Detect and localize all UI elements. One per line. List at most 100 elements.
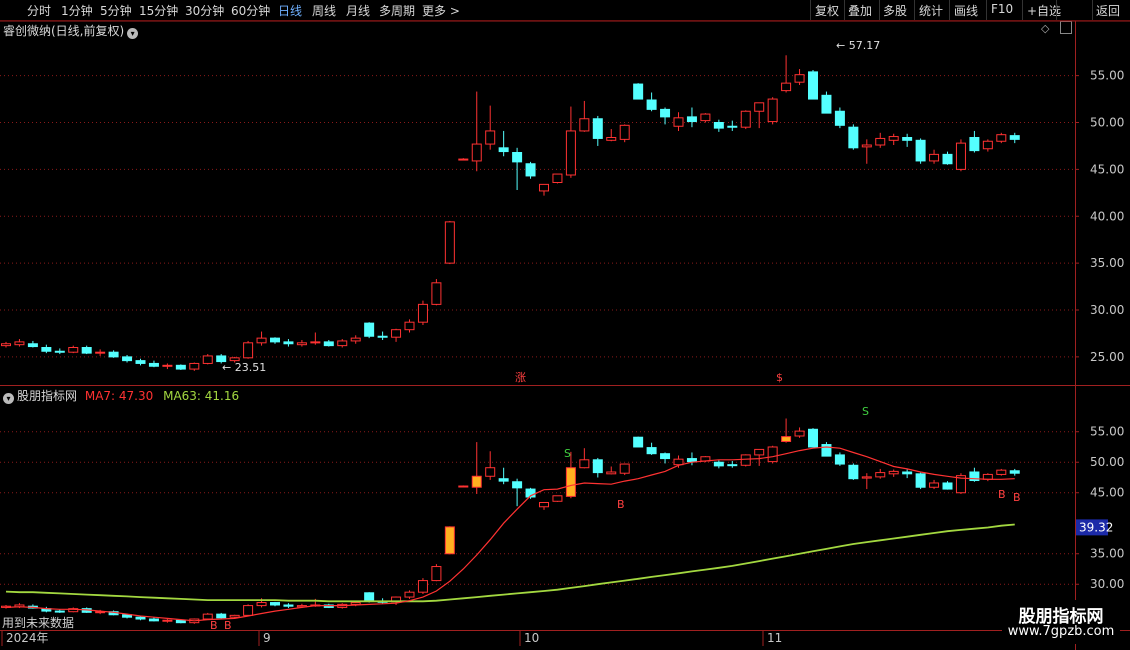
sub-candle-body	[471, 475, 482, 488]
main-candle-body	[982, 140, 993, 150]
main-candle-body	[202, 355, 213, 364]
sub-candle-body	[256, 602, 267, 607]
watermark-url: www.7gpzb.com	[1007, 624, 1115, 639]
sub-candle-body	[270, 602, 280, 606]
sell-signal: S	[862, 405, 869, 418]
sub-candle-body	[713, 461, 724, 467]
main-candle-body	[902, 137, 913, 141]
dollar-marker: $	[776, 371, 783, 384]
sub-candle-body	[54, 610, 65, 613]
sub-candle-body	[942, 482, 953, 490]
sub-y-tick-label: 50.00	[1090, 455, 1124, 469]
main-candle-body	[296, 342, 307, 346]
sub-y-tick-label: 30.00	[1090, 577, 1124, 591]
main-candle-body	[162, 364, 173, 367]
sub-candle-body	[417, 580, 428, 593]
x-tick-label: 10	[524, 631, 539, 645]
buy-signal: B	[210, 619, 218, 632]
main-candle-body	[646, 99, 657, 110]
sub-candle-body	[216, 613, 227, 619]
sub-candle-body	[888, 470, 899, 475]
main-candle-body	[539, 183, 549, 192]
main-candle-body	[485, 130, 496, 145]
sub-candle-body	[350, 602, 361, 605]
main-candle-body	[955, 142, 966, 170]
main-y-tick-label: 50.00	[1090, 116, 1124, 130]
main-y-tick-label: 40.00	[1090, 209, 1124, 223]
sub-candle-body	[162, 619, 173, 622]
kline-chart[interactable]: 55.00 50.00 45.00 40.00 35.00 30.00 25.00 55.00…	[0, 0, 1130, 650]
main-candle-body	[686, 116, 697, 123]
main-candle-body	[915, 139, 926, 162]
sub-candle-body	[1009, 470, 1020, 474]
sub-candle-body	[686, 458, 697, 463]
main-candle-body	[834, 110, 845, 126]
ma63-line	[5, 523, 1015, 603]
main-candle-body	[929, 153, 940, 162]
main-candle-body	[54, 350, 65, 353]
main-candle-body	[175, 364, 186, 370]
main-candle-body	[713, 122, 724, 129]
main-candle-body	[1, 343, 11, 347]
main-candle-body	[243, 342, 254, 359]
main-candle-body	[283, 341, 294, 345]
buy-signal: B	[998, 488, 1006, 501]
main-candle-body	[592, 118, 603, 139]
x-tick-label: 2024年	[6, 631, 49, 645]
main-candle-body	[323, 341, 334, 347]
low-price-label: ← 23.51	[222, 361, 266, 374]
main-candle-body	[68, 347, 79, 353]
sub-candle-body	[148, 618, 159, 622]
main-candle-body	[740, 110, 751, 128]
main-candle-body	[81, 347, 92, 354]
main-candle-body	[727, 125, 738, 128]
main-candle-body	[861, 144, 872, 148]
sub-y-tick-label: 35.00	[1090, 547, 1124, 561]
sub-candle-body	[552, 495, 563, 502]
main-candle-body	[579, 118, 590, 132]
main-candle-body	[391, 329, 402, 338]
sub-candle-body	[821, 444, 832, 457]
main-y-tick-label: 30.00	[1090, 303, 1124, 317]
main-candle-body	[458, 158, 469, 161]
main-candle-body	[27, 343, 38, 348]
main-candle-body	[754, 102, 765, 112]
main-candle-body	[108, 351, 119, 358]
sub-candle-body	[861, 476, 872, 479]
sub-candle-body	[929, 482, 940, 488]
sub-candle-body	[767, 446, 778, 463]
sub-candle-body	[364, 592, 375, 602]
sub-candle-body	[915, 473, 926, 488]
main-candle-body	[942, 153, 953, 165]
sub-candle-body	[902, 471, 913, 475]
high-price-label: ← 57.17	[836, 39, 880, 52]
buy-signal: B	[224, 619, 232, 632]
sub-candle-body	[754, 448, 765, 456]
sub-candle-body	[660, 453, 671, 460]
sub-candle-body	[458, 485, 469, 488]
sub-candle-body	[646, 447, 657, 455]
sub-candle-body	[740, 454, 751, 466]
main-candle-body	[808, 71, 818, 100]
main-candle-body	[660, 108, 671, 118]
sub-candle-body	[781, 436, 792, 442]
sub-candle-body	[283, 604, 294, 607]
main-candle-body	[781, 82, 792, 92]
main-candle-body	[512, 152, 523, 163]
sub-candle-body	[727, 464, 738, 467]
main-candle-body	[525, 163, 536, 177]
limit-up-marker: 涨	[515, 371, 526, 384]
x-tick-label: 11	[767, 631, 782, 645]
main-candle-body	[888, 136, 899, 141]
main-candle-body	[996, 134, 1007, 142]
sub-candle-body	[135, 616, 146, 620]
main-candle-body	[619, 124, 630, 140]
sub-candle-body	[592, 459, 603, 474]
sub-y-tick-label: 45.00	[1090, 486, 1124, 500]
sub-candle-body	[633, 436, 644, 448]
sub-candle-body	[619, 463, 630, 474]
main-candle-body	[431, 282, 442, 305]
main-candle-body	[606, 137, 617, 141]
main-candle-body	[14, 341, 25, 346]
x-tick-label: 9	[263, 631, 271, 645]
